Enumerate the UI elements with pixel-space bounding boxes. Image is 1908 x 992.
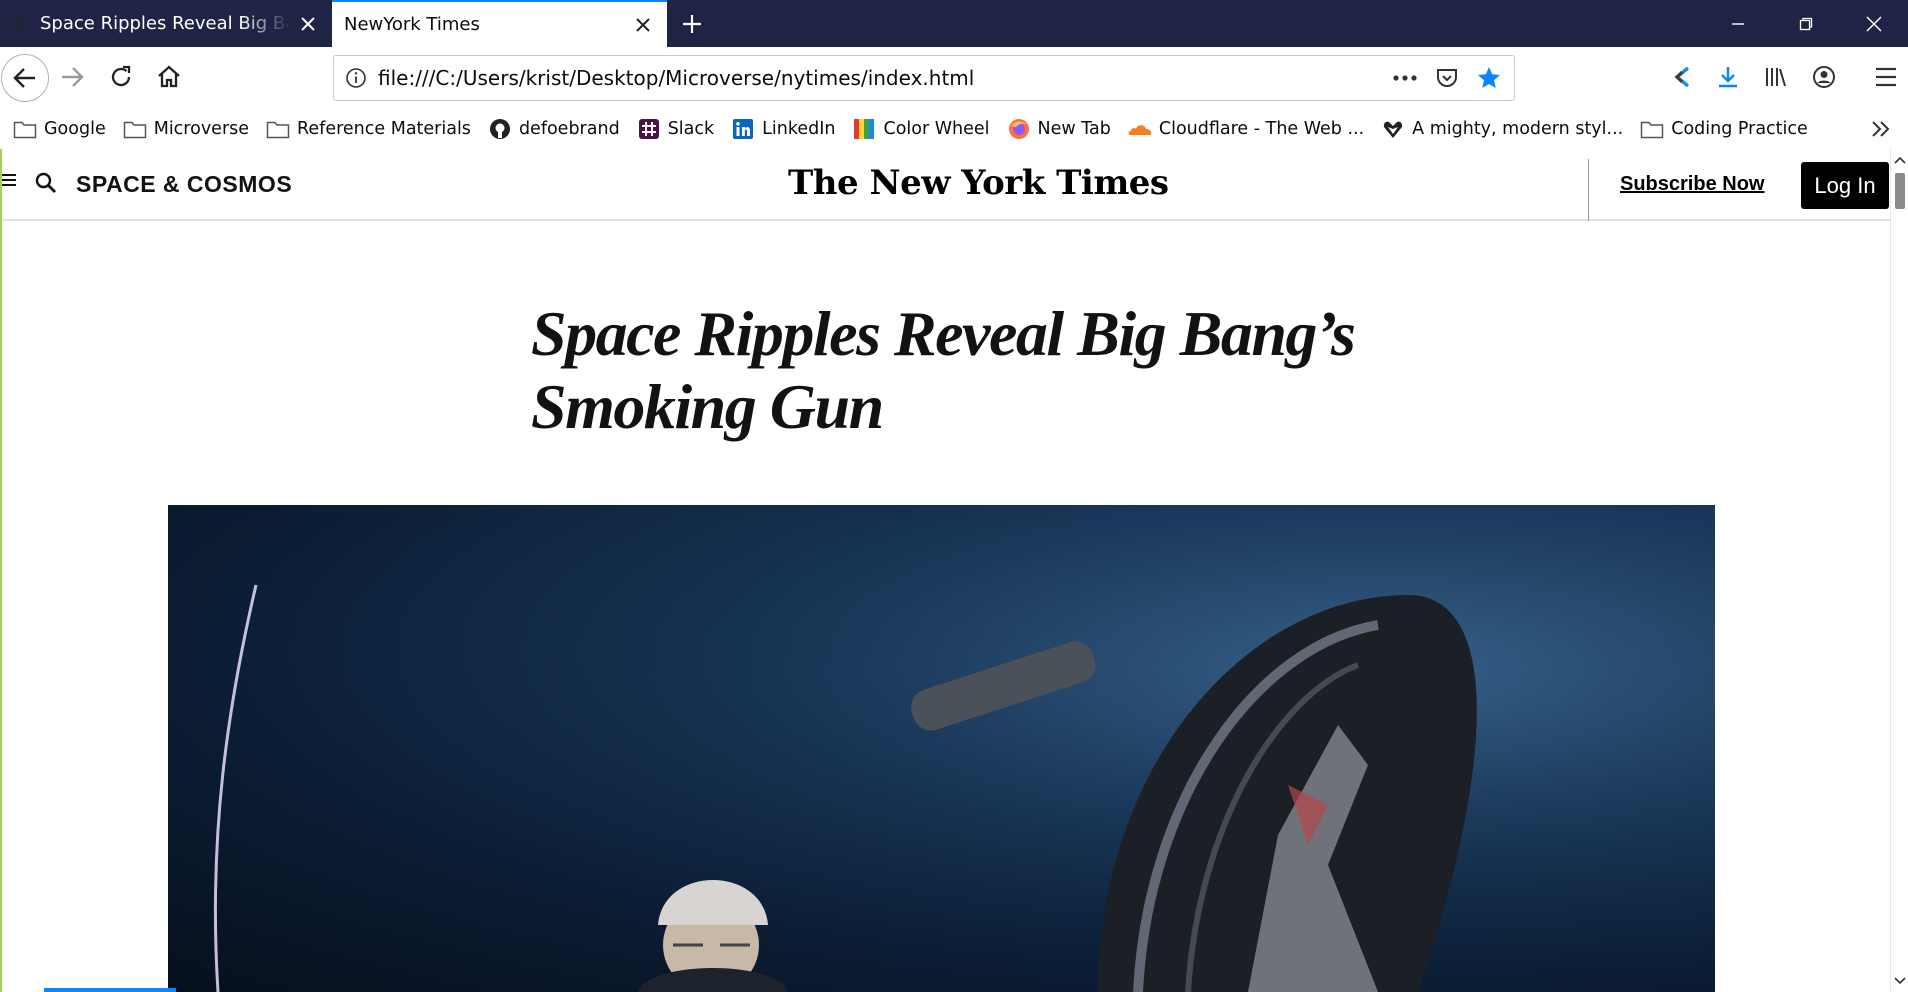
bookmark-microverse[interactable]: Microverse bbox=[120, 112, 257, 146]
github-icon bbox=[487, 118, 513, 140]
folder-icon bbox=[122, 118, 148, 140]
navigation-toolbar: file:///C:/Users/krist/Desktop/Microvers… bbox=[0, 47, 1908, 109]
headline-line-2: Smoking Gun bbox=[531, 371, 884, 442]
reload-button[interactable] bbox=[101, 57, 141, 97]
forward-arrow-icon bbox=[62, 67, 84, 87]
cloudflare-icon bbox=[1127, 118, 1153, 140]
downloads-icon[interactable] bbox=[1708, 57, 1748, 97]
url-text[interactable]: file:///C:/Users/krist/Desktop/Microvers… bbox=[378, 66, 1388, 90]
section-menu-icon[interactable] bbox=[2, 171, 16, 189]
browser-window: 𝔗 Space Ripples Reveal Big Bang's Smokin… bbox=[0, 0, 1908, 992]
search-icon[interactable] bbox=[34, 171, 58, 195]
scroll-down-icon[interactable] bbox=[1891, 972, 1908, 990]
bookmark-star-icon[interactable] bbox=[1472, 61, 1506, 95]
bookmark-new-tab[interactable]: New Tab bbox=[1004, 112, 1119, 146]
extension-icon[interactable] bbox=[1662, 57, 1702, 97]
section-name[interactable]: SPACE & COSMOS bbox=[76, 171, 292, 198]
back-button[interactable] bbox=[1, 54, 49, 102]
headline-line-1: Space Ripples Reveal Big Bang’s bbox=[531, 298, 1356, 369]
library-icon[interactable] bbox=[1756, 57, 1796, 97]
home-button[interactable] bbox=[149, 57, 189, 97]
new-tab-button[interactable] bbox=[667, 0, 717, 47]
linkedin-icon bbox=[730, 118, 756, 140]
close-window-button[interactable] bbox=[1840, 0, 1908, 47]
tab-nytimes[interactable]: NewYork Times bbox=[332, 0, 667, 47]
home-icon bbox=[158, 65, 180, 88]
heart-logo-icon bbox=[1380, 118, 1406, 140]
header-divider bbox=[1588, 159, 1589, 221]
scroll-up-icon[interactable] bbox=[1891, 151, 1908, 169]
restore-button[interactable] bbox=[1772, 0, 1840, 47]
bookmark-color-wheel[interactable]: Color Wheel bbox=[849, 112, 997, 146]
bookmark-label: Coding Practice bbox=[1671, 119, 1808, 139]
firefox-icon bbox=[1006, 118, 1032, 140]
bookmark-label: Color Wheel bbox=[883, 119, 990, 139]
pocket-icon[interactable] bbox=[1430, 61, 1464, 95]
minimize-button[interactable] bbox=[1704, 0, 1772, 47]
folder-icon bbox=[265, 118, 291, 140]
bookmark-reference-materials[interactable]: Reference Materials bbox=[263, 112, 479, 146]
menu-icon[interactable] bbox=[1866, 57, 1906, 97]
plus-icon bbox=[683, 14, 701, 33]
bookmarks-overflow-icon[interactable] bbox=[1864, 113, 1898, 145]
nyt-favicon: 𝔗 bbox=[14, 13, 26, 34]
bookmark-label: Microverse bbox=[153, 119, 250, 139]
folder-icon bbox=[12, 118, 38, 140]
bookmark-coding-practice[interactable]: Coding Practice bbox=[1637, 112, 1816, 146]
forward-button[interactable] bbox=[52, 57, 92, 97]
hero-image bbox=[168, 505, 1715, 992]
tab-article[interactable]: 𝔗 Space Ripples Reveal Big Bang's Smokin… bbox=[0, 0, 332, 47]
address-bar[interactable]: file:///C:/Users/krist/Desktop/Microvers… bbox=[333, 55, 1515, 101]
reload-icon bbox=[111, 65, 131, 87]
page-viewport: SPACE & COSMOS The New York Times Subscr… bbox=[0, 149, 1908, 992]
bookmark-cloudflare[interactable]: Cloudflare - The Web ... bbox=[1125, 112, 1372, 146]
window-controls bbox=[1704, 0, 1908, 47]
slack-icon bbox=[636, 118, 662, 140]
bookmark-defoebrand[interactable]: defoebrand bbox=[485, 112, 628, 146]
bookmark-mighty-modern[interactable]: A mighty, modern styl... bbox=[1378, 112, 1631, 146]
nyt-logo[interactable]: The New York Times bbox=[788, 163, 1169, 203]
bookmark-slack[interactable]: Slack bbox=[634, 112, 722, 146]
login-button[interactable]: Log In bbox=[1801, 162, 1889, 209]
bookmark-label: Google bbox=[44, 119, 106, 139]
bookmark-label: Reference Materials bbox=[297, 119, 471, 139]
close-tab-icon[interactable] bbox=[625, 7, 661, 43]
page-actions-icon[interactable] bbox=[1388, 61, 1422, 95]
account-icon[interactable] bbox=[1804, 57, 1844, 97]
back-arrow-icon bbox=[13, 68, 35, 88]
scrollbar-thumb[interactable] bbox=[1895, 173, 1905, 209]
tab-title: Space Ripples Reveal Big Bang's Smoking … bbox=[40, 13, 290, 34]
bookmark-label: Slack bbox=[667, 119, 715, 139]
loading-indicator bbox=[44, 988, 176, 992]
site-header: SPACE & COSMOS The New York Times Subscr… bbox=[2, 149, 1890, 221]
color-wheel-icon bbox=[851, 118, 877, 140]
subscribe-link[interactable]: Subscribe Now bbox=[1620, 173, 1764, 196]
folder-icon bbox=[1639, 118, 1665, 140]
bookmark-label: defoebrand bbox=[518, 119, 620, 139]
tab-strip: 𝔗 Space Ripples Reveal Big Bang's Smokin… bbox=[0, 0, 1908, 47]
bookmark-linkedin[interactable]: LinkedIn bbox=[728, 112, 843, 146]
bookmarks-toolbar: Google Microverse Reference Materials de… bbox=[0, 109, 1908, 149]
close-tab-icon[interactable] bbox=[290, 6, 326, 42]
bookmark-label: Cloudflare - The Web ... bbox=[1158, 119, 1365, 139]
telescope-photo bbox=[168, 505, 1715, 992]
bookmark-label: New Tab bbox=[1037, 119, 1111, 139]
article-headline: Space Ripples Reveal Big Bang’s Smoking … bbox=[531, 297, 1431, 443]
vertical-scrollbar[interactable] bbox=[1890, 149, 1908, 992]
bookmark-label: LinkedIn bbox=[762, 119, 836, 139]
bookmark-label: A mighty, modern styl... bbox=[1412, 119, 1624, 139]
info-icon[interactable] bbox=[334, 67, 378, 89]
bookmark-google[interactable]: Google bbox=[10, 112, 114, 146]
tab-title: NewYork Times bbox=[344, 14, 480, 35]
